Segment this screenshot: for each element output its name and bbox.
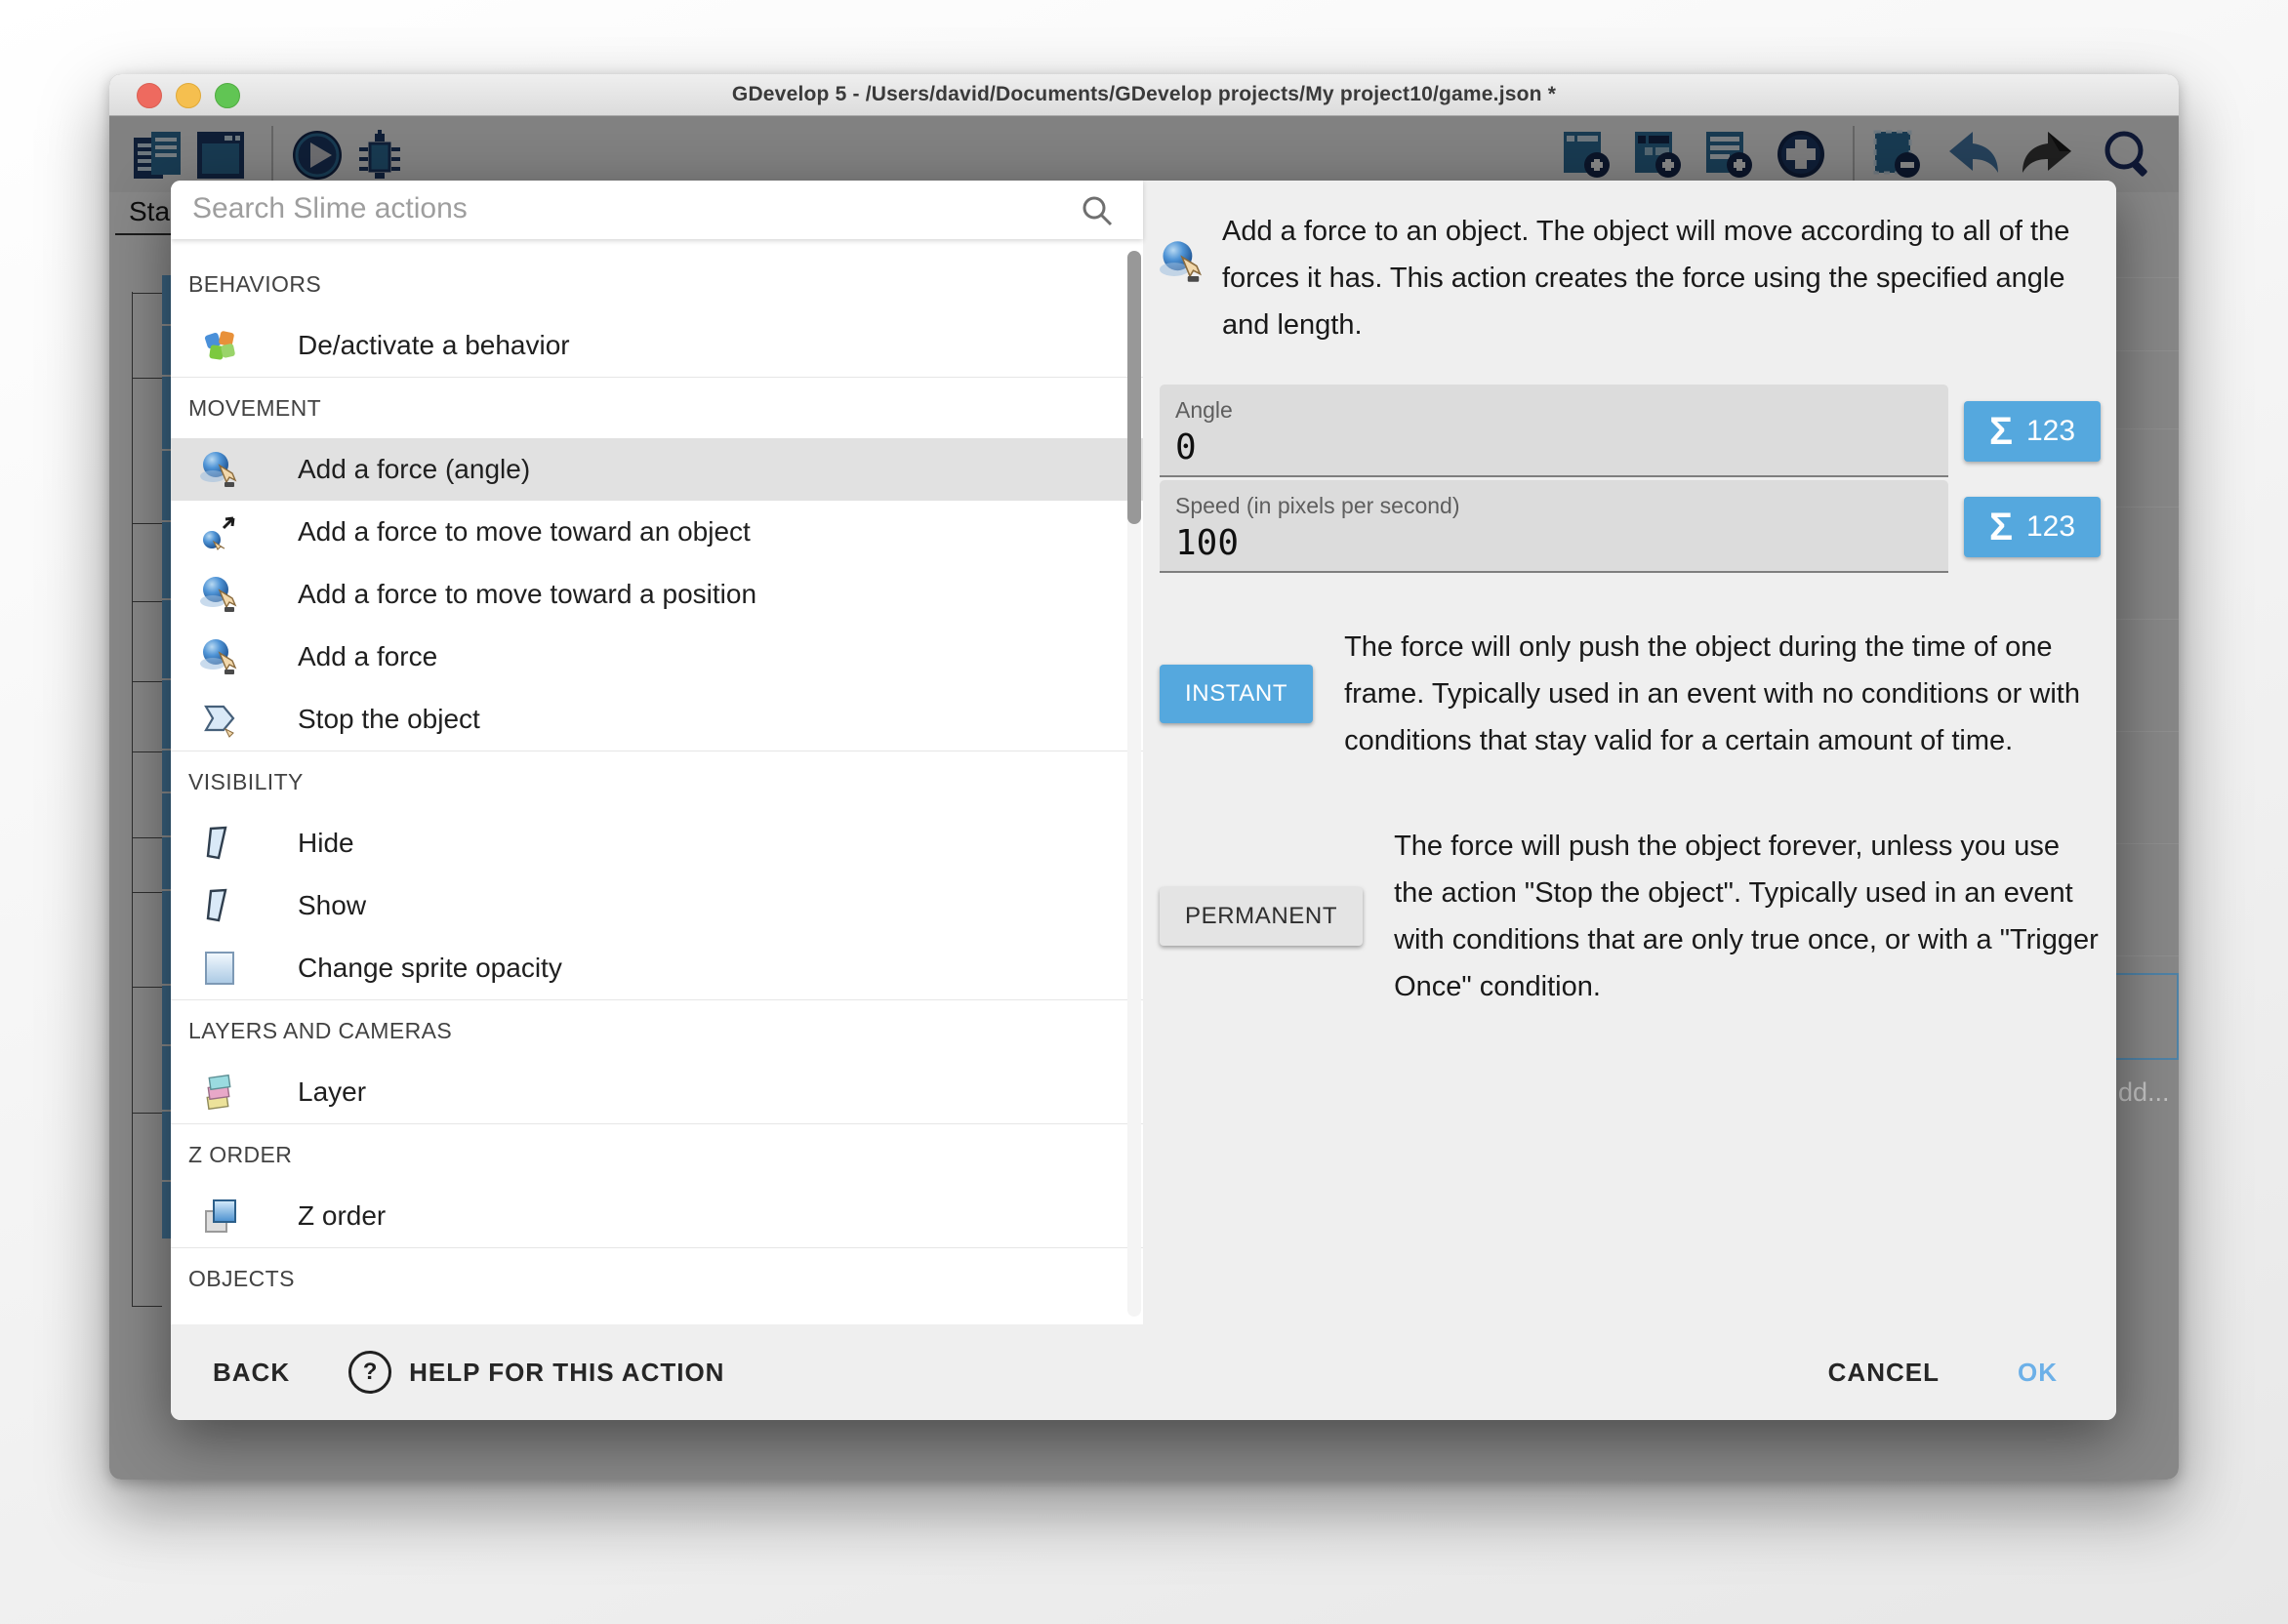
- list-item-label: Add a force: [298, 641, 437, 672]
- background-row-line: [2116, 428, 2179, 429]
- force-icon: [200, 450, 239, 489]
- list-item-label: Layer: [298, 1076, 366, 1108]
- force-toward-object-icon: [200, 512, 239, 551]
- action-detail-panel: Add a force to an object. The object wil…: [1143, 181, 2116, 1324]
- section-header-objects: OBJECTS: [171, 1247, 1143, 1309]
- z-order-icon: [200, 1197, 239, 1236]
- action-list-panel: BEHAVIORS De/activate a behavior MOVEMEN…: [171, 181, 1143, 1324]
- cancel-button[interactable]: CANCEL: [1828, 1358, 1940, 1388]
- background-row-line: [2116, 350, 2179, 351]
- sigma-icon: Σ: [1989, 508, 2013, 547]
- background-truncated-text: dd...: [2118, 1077, 2170, 1108]
- section-header-visibility: VISIBILITY: [171, 751, 1143, 812]
- list-item-change-sprite-opacity[interactable]: Change sprite opacity: [171, 937, 1143, 999]
- background-row-line: [2116, 955, 2179, 956]
- list-item-partial[interactable]: [171, 1309, 1143, 1324]
- list-item-label: De/activate a behavior: [298, 330, 570, 361]
- background-row-line: [2116, 619, 2179, 620]
- list-item-hide[interactable]: Hide: [171, 812, 1143, 874]
- list-item-add-force-toward-object[interactable]: Add a force to move toward an object: [171, 501, 1143, 563]
- list-item-stop-object[interactable]: Stop the object: [171, 688, 1143, 751]
- window-title: GDevelop 5 - /Users/david/Documents/GDev…: [109, 74, 2179, 115]
- permanent-button[interactable]: PERMANENT: [1160, 887, 1363, 946]
- list-item-layer[interactable]: Layer: [171, 1061, 1143, 1123]
- background-row-line: [2116, 277, 2179, 278]
- event-tree-rung: [132, 837, 162, 838]
- background-row-line: [2116, 731, 2179, 732]
- angle-field-value[interactable]: 0: [1175, 427, 1933, 467]
- hide-icon: [200, 824, 239, 863]
- instant-button[interactable]: INSTANT: [1160, 665, 1313, 723]
- list-item-label: Change sprite opacity: [298, 953, 562, 984]
- list-item-label: Add a force to move toward an object: [298, 516, 751, 548]
- expression-123-label: 123: [2026, 510, 2075, 544]
- stop-object-icon: [200, 700, 239, 739]
- list-item-label: Add a force to move toward a position: [298, 579, 756, 610]
- window-content: Sta: [109, 116, 2179, 1480]
- search-input[interactable]: [190, 181, 1053, 237]
- dialog-footer: BACK ? HELP FOR THIS ACTION CANCEL OK: [171, 1324, 2116, 1420]
- search-bar: [171, 181, 1143, 239]
- list-item-add-force-angle[interactable]: Add a force (angle): [171, 438, 1143, 501]
- opacity-icon: [200, 949, 239, 988]
- instant-description: The force will only push the object duri…: [1344, 624, 2101, 764]
- expression-123-label: 123: [2026, 415, 2075, 448]
- list-item-show[interactable]: Show: [171, 874, 1143, 937]
- partial-icon: [200, 1320, 239, 1324]
- section-header-movement: MOVEMENT: [171, 377, 1143, 438]
- event-tree-rung: [132, 987, 162, 988]
- background-row-line: [2116, 843, 2179, 844]
- speed-field-label: Speed (in pixels per second): [1175, 493, 1933, 519]
- speed-field-value[interactable]: 100: [1175, 523, 1933, 563]
- list-item-deactivate-behavior[interactable]: De/activate a behavior: [171, 314, 1143, 377]
- force-icon: [1160, 239, 1205, 284]
- list-item-label: Hide: [298, 828, 354, 859]
- event-tree-rung: [132, 892, 162, 893]
- event-tree-rung: [132, 601, 162, 602]
- angle-field[interactable]: Angle 0: [1160, 385, 1948, 477]
- help-icon: ?: [348, 1351, 391, 1394]
- angle-expression-button[interactable]: Σ 123: [1964, 401, 2101, 462]
- speed-field[interactable]: Speed (in pixels per second) 100: [1160, 480, 1948, 573]
- layer-icon: [200, 1073, 239, 1112]
- behavior-icon: [200, 326, 239, 365]
- list-item-label: Add a force (angle): [298, 454, 530, 485]
- section-header-z-order: Z ORDER: [171, 1123, 1143, 1185]
- action-list: BEHAVIORS De/activate a behavior MOVEMEN…: [171, 239, 1143, 1324]
- background-row-line: [2116, 507, 2179, 508]
- app-window: GDevelop 5 - /Users/david/Documents/GDev…: [109, 74, 2179, 1480]
- event-tree-rung: [132, 293, 162, 294]
- action-description: Add a force to an object. The object wil…: [1222, 208, 2101, 348]
- event-tree-rung: [132, 378, 162, 379]
- section-header-behaviors: BEHAVIORS: [171, 254, 1143, 314]
- event-tree-rung: [132, 681, 162, 682]
- section-header-layers-cameras: LAYERS AND CAMERAS: [171, 999, 1143, 1061]
- list-item-label: Show: [298, 890, 366, 921]
- sigma-icon: Σ: [1989, 412, 2013, 451]
- show-icon: [200, 886, 239, 925]
- help-button-label: HELP FOR THIS ACTION: [409, 1358, 724, 1388]
- event-tree-rung: [132, 751, 162, 752]
- event-tree-rung: [132, 1113, 162, 1114]
- force-icon: [200, 575, 239, 614]
- list-scrollbar-thumb[interactable]: [1127, 251, 1141, 524]
- ok-button[interactable]: OK: [2018, 1358, 2058, 1388]
- event-tree-rung: [132, 1306, 162, 1307]
- list-item-z-order[interactable]: Z order: [171, 1185, 1143, 1247]
- help-button[interactable]: ? HELP FOR THIS ACTION: [348, 1351, 724, 1394]
- list-item-label: Stop the object: [298, 704, 480, 735]
- permanent-description: The force will push the object forever, …: [1394, 823, 2101, 1010]
- list-item-add-force[interactable]: Add a force: [171, 626, 1143, 688]
- list-item-add-force-toward-position[interactable]: Add a force to move toward a position: [171, 563, 1143, 626]
- event-tree-rung: [132, 523, 162, 524]
- event-tree-line: [132, 292, 133, 1307]
- force-icon: [200, 637, 239, 676]
- back-button[interactable]: BACK: [213, 1358, 290, 1388]
- titlebar: GDevelop 5 - /Users/david/Documents/GDev…: [109, 74, 2179, 116]
- search-icon: [1081, 194, 1114, 232]
- speed-expression-button[interactable]: Σ 123: [1964, 497, 2101, 557]
- angle-field-label: Angle: [1175, 397, 1933, 424]
- action-dialog: BEHAVIORS De/activate a behavior MOVEMEN…: [171, 181, 2116, 1420]
- list-item-label: Z order: [298, 1200, 386, 1232]
